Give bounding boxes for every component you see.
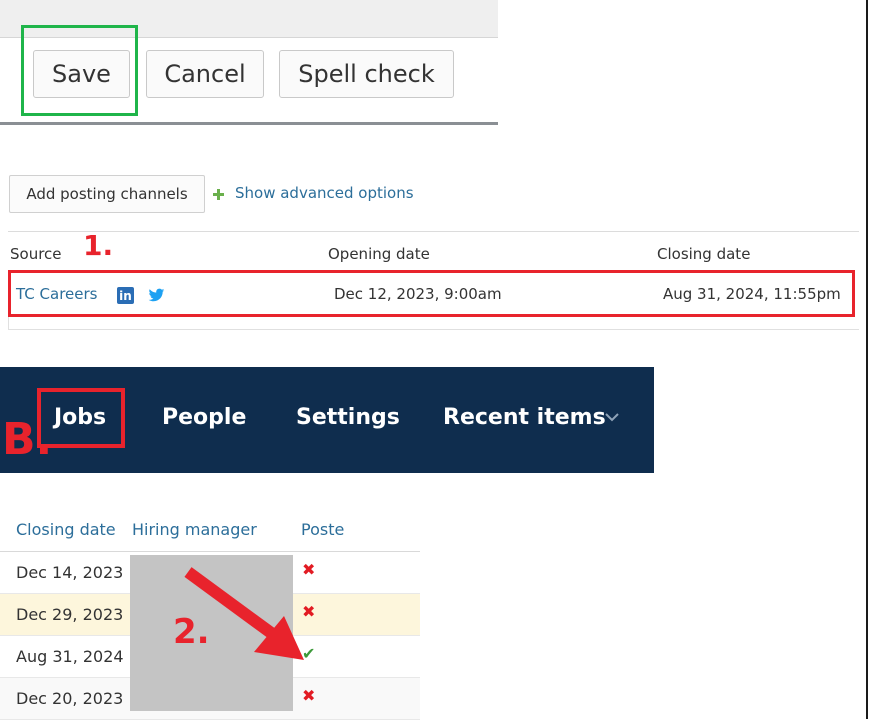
cancel-button[interactable]: Cancel: [146, 50, 264, 98]
toolbar-divider: [0, 122, 498, 125]
annotation-step-b: B.: [2, 414, 53, 465]
save-highlight-box: [21, 25, 138, 116]
nav-item-people[interactable]: People: [162, 405, 246, 430]
table-divider: [8, 317, 9, 330]
column-header-closing-date[interactable]: Closing date: [16, 520, 116, 539]
plus-icon[interactable]: [213, 189, 224, 200]
spell-check-button[interactable]: Spell check: [279, 50, 454, 98]
closing-date-cell: Dec 20, 2023: [16, 689, 124, 708]
column-header-posted-label: Poste: [301, 520, 344, 539]
nav-item-recent-items[interactable]: Recent items: [443, 405, 606, 430]
closing-date-cell: Dec 29, 2023: [16, 605, 124, 624]
column-header-source: Source: [10, 245, 62, 263]
window-edge: [866, 0, 868, 719]
annotation-highlight-row: [8, 270, 855, 317]
nav-item-settings[interactable]: Settings: [296, 405, 400, 430]
table-divider: [8, 231, 859, 232]
annotation-step-2: 2.: [173, 612, 210, 652]
x-icon: ✖: [302, 686, 316, 705]
closing-date-cell: Dec 14, 2023: [16, 563, 124, 582]
column-header-hiring-manager[interactable]: Hiring manager: [132, 520, 257, 539]
annotation-step-1: 1.: [83, 229, 114, 262]
column-header-opening-date: Opening date: [328, 245, 430, 263]
chevron-down-icon[interactable]: [604, 411, 620, 423]
table-divider: [8, 329, 859, 330]
column-header-closing-date: Closing date: [657, 245, 751, 263]
show-advanced-options-link[interactable]: Show advanced options: [235, 184, 414, 202]
column-header-posted[interactable]: Poste: [301, 516, 344, 540]
add-posting-channels-button[interactable]: Add posting channels: [9, 175, 205, 213]
closing-date-cell: Aug 31, 2024: [16, 647, 124, 666]
